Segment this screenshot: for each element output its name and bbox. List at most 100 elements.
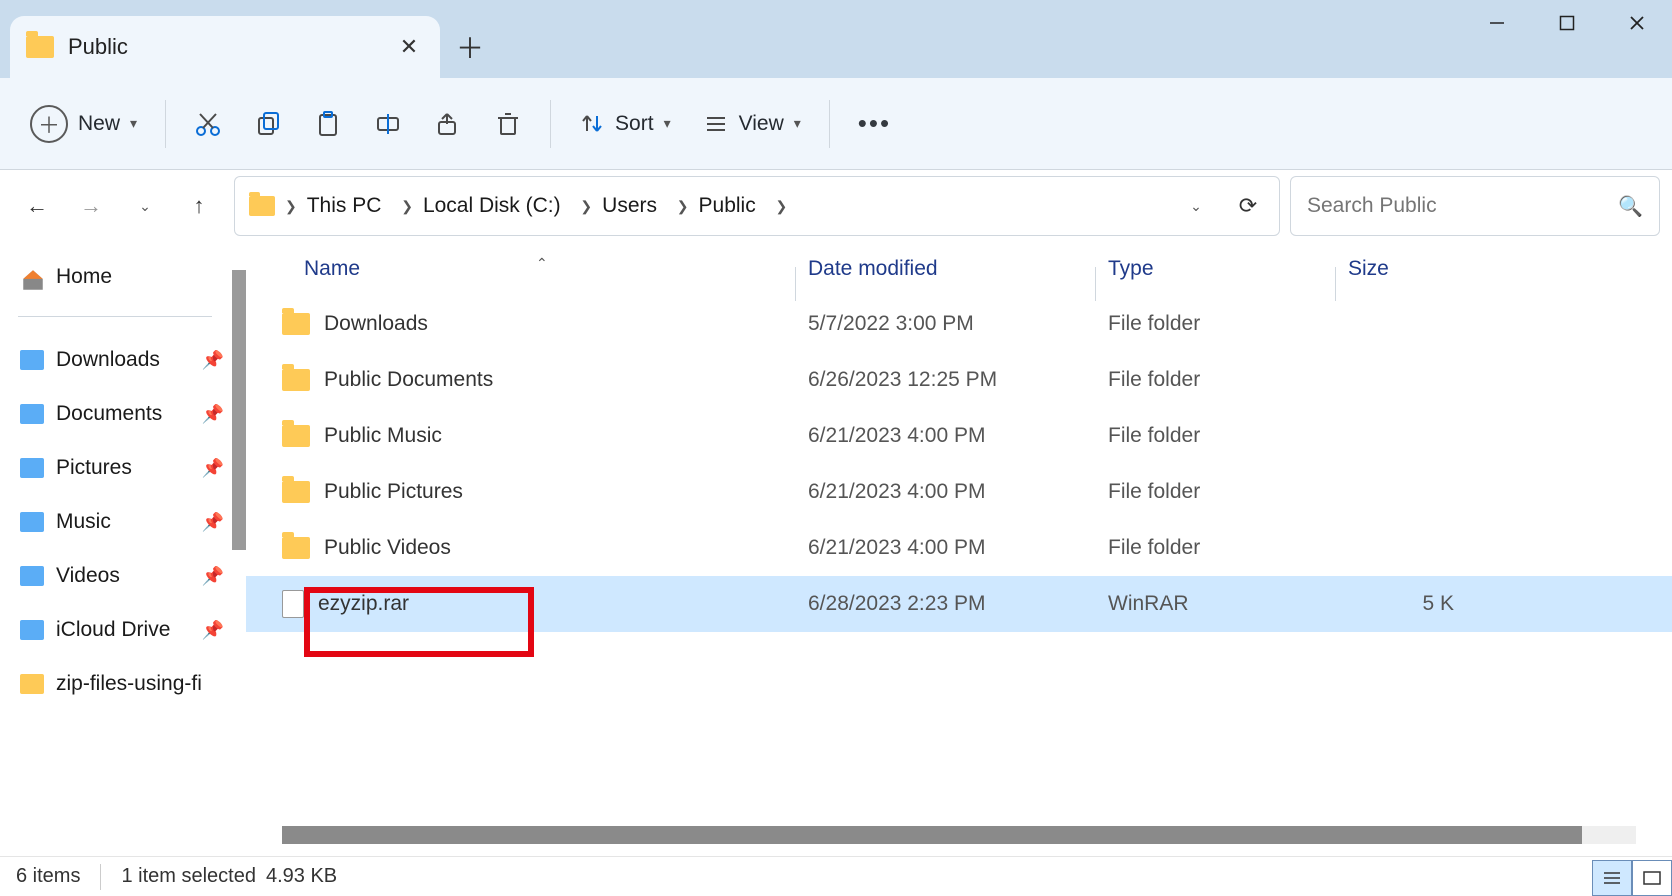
breadcrumb-segment[interactable]: Public ❯	[699, 194, 788, 218]
back-button[interactable]: ←	[20, 189, 54, 223]
header-date[interactable]: Date modified	[796, 257, 1096, 281]
search-input[interactable]	[1307, 194, 1618, 218]
chevron-right-icon: ❯	[768, 198, 788, 215]
address-dropdown[interactable]: ⌄	[1179, 189, 1213, 223]
file-pane: ⌃Name Date modified Type Size Downloads5…	[246, 242, 1672, 856]
search-box[interactable]: 🔍	[1290, 176, 1660, 236]
copy-icon	[254, 110, 282, 138]
sidebar-label: Documents	[56, 402, 162, 426]
file-name: Public Music	[324, 424, 442, 448]
recent-dropdown[interactable]: ⌄	[128, 189, 162, 223]
breadcrumb-segment[interactable]: Users ❯	[602, 194, 688, 218]
new-tab-button[interactable]: ＋	[440, 16, 500, 78]
file-row[interactable]: Public Music6/21/2023 4:00 PMFile folder	[246, 408, 1672, 464]
close-tab-icon[interactable]: ✕	[394, 32, 424, 62]
details-view-button[interactable]	[1592, 860, 1632, 896]
sidebar-item[interactable]: Downloads 📌	[14, 333, 246, 387]
delete-button[interactable]	[482, 99, 534, 149]
pin-icon: 📌	[202, 620, 224, 641]
chevron-down-icon: ▾	[664, 115, 671, 132]
breadcrumb-segment[interactable]: Local Disk (C:) ❯	[423, 194, 592, 218]
chevron-down-icon: ▾	[130, 115, 137, 132]
sidebar-label: iCloud Drive	[56, 618, 170, 642]
folder-icon	[282, 369, 310, 391]
chevron-down-icon: ▾	[794, 115, 801, 132]
minimize-button[interactable]	[1462, 0, 1532, 46]
file-name: ezyzip.rar	[318, 592, 409, 616]
sidebar-item[interactable]: zip-files-using-fi	[14, 657, 246, 711]
file-list: Downloads5/7/2022 3:00 PMFile folderPubl…	[246, 296, 1672, 632]
header-size[interactable]: Size	[1336, 257, 1466, 281]
paste-icon	[314, 110, 342, 138]
file-icon	[282, 590, 304, 618]
new-label: New	[78, 112, 120, 136]
file-row[interactable]: Downloads5/7/2022 3:00 PMFile folder	[246, 296, 1672, 352]
up-button[interactable]: ↑	[182, 189, 216, 223]
file-type: File folder	[1096, 312, 1336, 336]
file-type: File folder	[1096, 424, 1336, 448]
sidebar-item[interactable]: Documents📌	[14, 387, 246, 441]
refresh-button[interactable]: ⟳	[1231, 189, 1265, 223]
sidebar-label: Downloads	[56, 348, 160, 372]
separator	[829, 100, 830, 148]
pin-icon: 📌	[202, 566, 224, 587]
file-row[interactable]: ezyzip.rar6/28/2023 2:23 PMWinRAR5 K	[246, 576, 1672, 632]
sidebar-item[interactable]: Pictures📌	[14, 441, 246, 495]
file-row[interactable]: Public Pictures6/21/2023 4:00 PMFile fol…	[246, 464, 1672, 520]
folder-icon	[20, 350, 44, 370]
sidebar-label: Pictures	[56, 456, 132, 480]
maximize-button[interactable]	[1532, 0, 1602, 46]
forward-button[interactable]: →	[74, 189, 108, 223]
sidebar-item[interactable]: Music📌	[14, 495, 246, 549]
file-date: 6/21/2023 4:00 PM	[796, 536, 1096, 560]
header-name[interactable]: ⌃Name	[246, 257, 796, 281]
sidebar-label: Home	[56, 265, 112, 289]
folder-icon	[26, 36, 54, 58]
trash-icon	[494, 110, 522, 138]
thumbnails-view-button[interactable]	[1632, 860, 1672, 896]
search-icon: 🔍	[1618, 194, 1643, 219]
sort-button[interactable]: Sort ▾	[567, 99, 683, 149]
window-controls	[1462, 0, 1672, 46]
file-type: WinRAR	[1096, 592, 1336, 616]
plus-icon: ＋	[30, 105, 68, 143]
folder-icon	[282, 425, 310, 447]
scrollbar-thumb[interactable]	[232, 270, 246, 550]
home-icon	[20, 267, 44, 287]
breadcrumb-segment[interactable]: This PC ❯	[307, 194, 413, 218]
header-type[interactable]: Type	[1096, 257, 1336, 281]
more-button[interactable]: •••	[846, 99, 903, 149]
chevron-right-icon: ❯	[573, 198, 593, 215]
sidebar-home[interactable]: Home	[14, 250, 246, 304]
column-headers: ⌃Name Date modified Type Size	[246, 242, 1672, 296]
file-type: File folder	[1096, 536, 1336, 560]
sort-label: Sort	[615, 112, 654, 136]
window-tab[interactable]: Public ✕	[10, 16, 440, 78]
pin-icon: 📌	[202, 350, 224, 371]
copy-button[interactable]	[242, 99, 294, 149]
sidebar-item[interactable]: Videos📌	[14, 549, 246, 603]
view-button[interactable]: View ▾	[691, 99, 813, 149]
share-button[interactable]	[422, 99, 474, 149]
file-row[interactable]: Public Documents6/26/2023 12:25 PMFile f…	[246, 352, 1672, 408]
close-window-button[interactable]	[1602, 0, 1672, 46]
rename-button[interactable]	[362, 99, 414, 149]
file-row[interactable]: Public Videos6/21/2023 4:00 PMFile folde…	[246, 520, 1672, 576]
folder-icon	[20, 620, 44, 640]
rename-icon	[374, 110, 402, 138]
address-bar[interactable]: ❯ This PC ❯ Local Disk (C:) ❯ Users ❯ Pu…	[234, 176, 1280, 236]
tab-title: Public	[68, 34, 380, 60]
cut-button[interactable]	[182, 99, 234, 149]
scrollbar-thumb[interactable]	[282, 826, 1582, 844]
new-button[interactable]: ＋ New ▾	[18, 99, 149, 149]
chevron-right-icon: ❯	[285, 198, 297, 215]
paste-button[interactable]	[302, 99, 354, 149]
selection-size: 4.93 KB	[266, 865, 337, 888]
folder-icon	[249, 196, 275, 216]
sidebar-item[interactable]: iCloud Drive 📌	[14, 603, 246, 657]
scissors-icon	[194, 110, 222, 138]
horizontal-scrollbar[interactable]	[282, 826, 1636, 844]
file-date: 6/21/2023 4:00 PM	[796, 480, 1096, 504]
sidebar: Home Downloads📌Documents📌Pictures📌Music📌…	[0, 242, 246, 856]
selection-count: 1 item selected	[121, 865, 256, 888]
